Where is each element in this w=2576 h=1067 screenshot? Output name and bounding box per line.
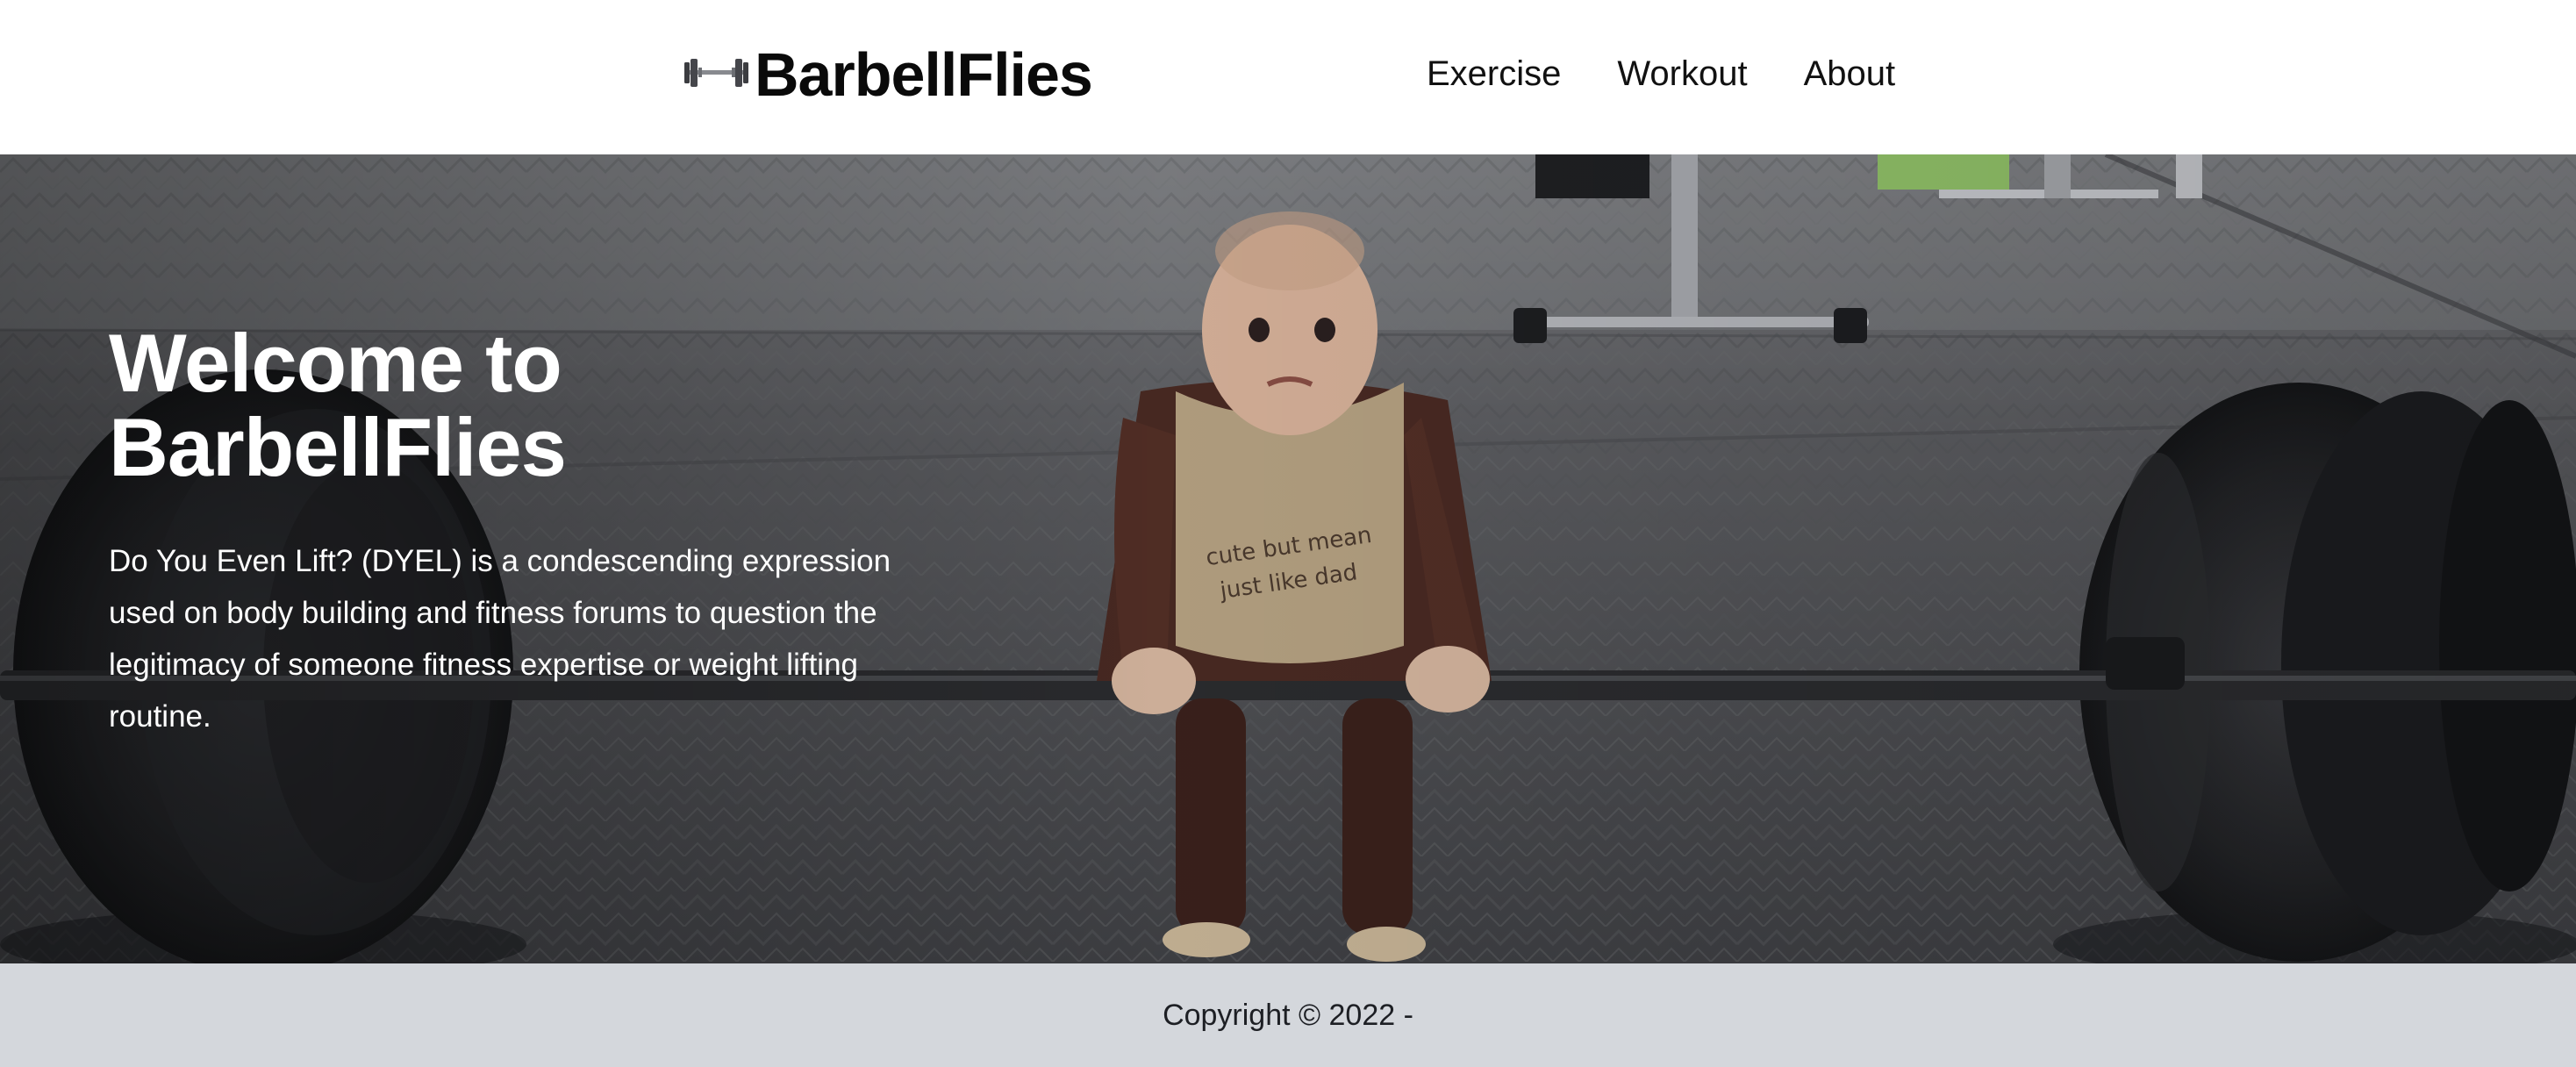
site-header: BarbellFlies Exercise Workout About [0, 0, 2576, 154]
nav-link-workout[interactable]: Workout [1617, 49, 1747, 98]
hero-title-line-2: BarbellFlies [109, 401, 567, 493]
hero-title: Welcome to BarbellFlies [109, 321, 916, 490]
nav-link-exercise[interactable]: Exercise [1427, 49, 1561, 98]
nav-link-about[interactable]: About [1804, 49, 1896, 98]
barbell-icon [683, 52, 755, 98]
hero-title-line-1: Welcome to [109, 317, 562, 409]
copyright-text: Copyright © 2022 - [1163, 998, 1413, 1032]
hero-content: Welcome to BarbellFlies Do You Even Lift… [109, 321, 916, 742]
brand-name: BarbellFlies [755, 40, 1093, 109]
hero-banner: cute but mean just like dad Welcome to B… [0, 154, 2576, 963]
hero-description: Do You Even Lift? (DYEL) is a condescend… [109, 544, 891, 734]
brand-home-link[interactable]: BarbellFlies [683, 35, 1093, 114]
site-footer: Copyright © 2022 - [0, 963, 2576, 1067]
main-nav: Exercise Workout About [1427, 49, 1895, 98]
